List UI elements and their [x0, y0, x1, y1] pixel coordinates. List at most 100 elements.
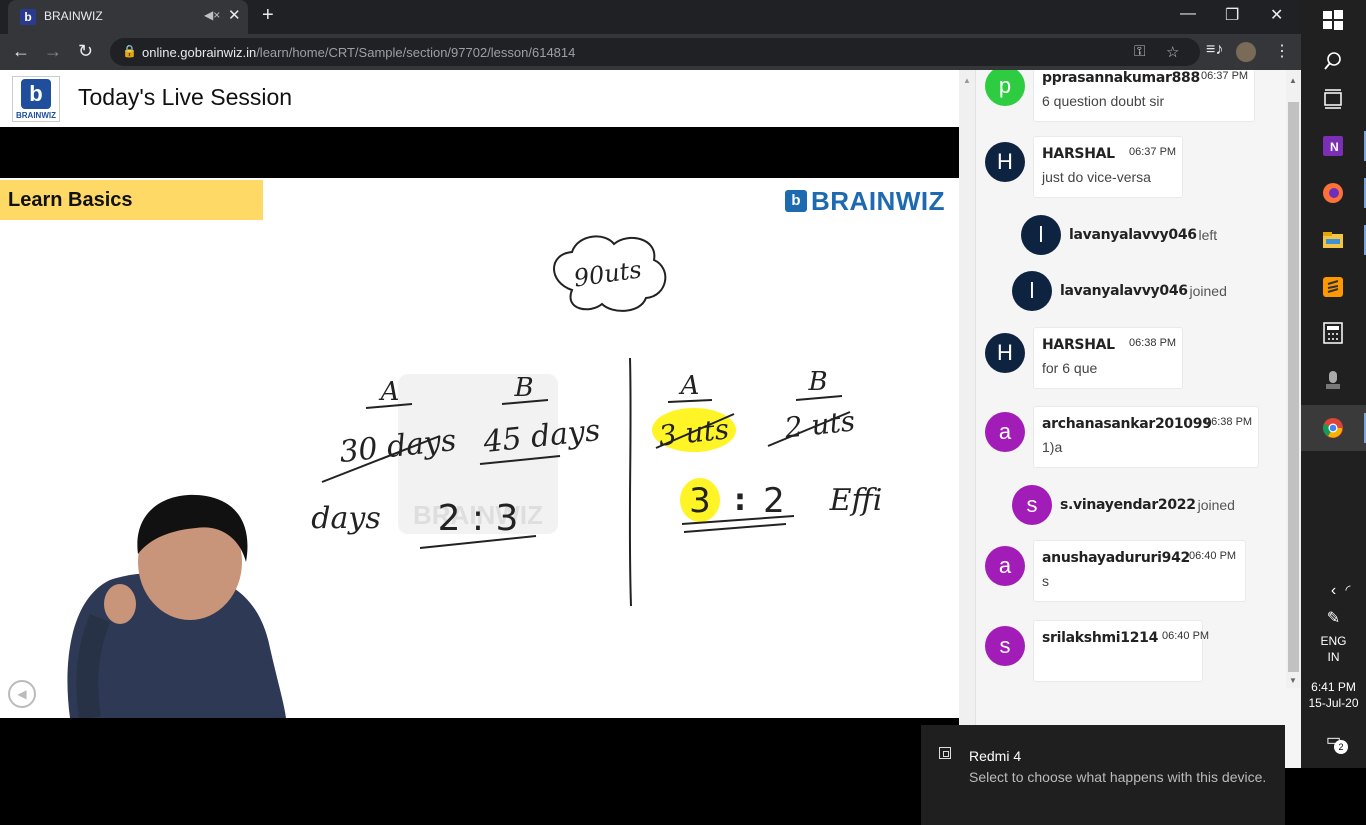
address-bar[interactable]: 🔒 online.gobrainwiz.in/learn/home/CRT/Sa…	[110, 38, 1200, 66]
chat-timestamp: 06:37 PM	[1201, 70, 1249, 82]
windows-taskbar: N ‹ ◜ ✎ ENG IN 6:41 PM 15-Jul-20 ▭ 2	[1301, 0, 1366, 768]
chat-message: HARSHAL 06:38 PM for 6 que	[1033, 327, 1183, 389]
chat-panel: ▲ ▼ ppprasannakumar88806:37 PM6 question…	[959, 70, 1301, 768]
logo-text: BRAINWIZ	[16, 111, 56, 120]
device-icon	[939, 747, 951, 759]
search-icon[interactable]	[1322, 50, 1344, 72]
chat-message: anushayadururi942 06:40 PM s	[1033, 540, 1246, 602]
notification-count-badge: 2	[1334, 740, 1348, 754]
chat-timestamp: 06:38 PM	[1129, 337, 1177, 349]
site-header: b BRAINWIZ Today's Live Session	[0, 70, 959, 127]
chat-avatar: a	[985, 546, 1025, 586]
toast-body: Select to choose what happens with this …	[969, 769, 1267, 785]
gutter-up-arrow-icon: ▲	[963, 76, 971, 85]
chat-message: srilakshmi1214 06:40 PM	[1033, 620, 1209, 682]
clock-date[interactable]: 15-Jul-20	[1301, 696, 1366, 710]
clock-time[interactable]: 6:41 PM	[1301, 680, 1366, 694]
chat-message: archanasankar201099 06:38 PM 1)a	[1033, 406, 1259, 468]
bookmark-star-icon[interactable]: ☆	[1166, 43, 1179, 61]
maximize-button[interactable]: ❐	[1225, 5, 1239, 25]
cloud-text: 90uts	[572, 255, 643, 292]
chat-message-text: 6 question doubt sir	[1042, 93, 1165, 109]
key-icon[interactable]: ⚿	[1134, 43, 1145, 60]
live-video-player[interactable]: Learn Basics b BRAINWIZ BRAINWIZ 90uts A…	[0, 178, 959, 718]
chat-message-text: s	[1042, 573, 1049, 589]
right-ratio-b: 2	[763, 481, 785, 521]
chat-timestamp: 06:38 PM	[1205, 416, 1253, 428]
presenter-video	[67, 494, 286, 718]
task-view-icon[interactable]	[1322, 88, 1344, 110]
region-indicator[interactable]: IN	[1301, 650, 1366, 664]
wifi-icon[interactable]: ◜	[1333, 582, 1363, 598]
back-button[interactable]: ←	[12, 41, 30, 62]
right-col-b: B	[807, 367, 827, 397]
forward-button[interactable]: →	[44, 41, 62, 62]
chat-event-user: lavanyalavvy046	[1069, 227, 1197, 243]
scroll-down-arrow-icon[interactable]: ▼	[1289, 676, 1297, 685]
firefox-icon[interactable]	[1322, 182, 1344, 204]
language-indicator[interactable]: ENG	[1301, 634, 1366, 648]
chat-event-avatar: l	[1012, 271, 1052, 311]
right-col-a-underline	[667, 399, 713, 403]
tab-brainwiz[interactable]: b BRAINWIZ ◀× ✕	[8, 0, 248, 34]
device-notification-toast[interactable]: Redmi 4 Select to choose what happens wi…	[921, 725, 1285, 825]
left-row-label: days	[311, 501, 380, 536]
browser-toolbar: ← → ↻ 🔒 online.gobrainwiz.in/learn/home/…	[0, 34, 1301, 70]
reload-button[interactable]: ↻	[78, 41, 93, 62]
right-ratio-underline-2	[683, 523, 787, 533]
chat-timestamp: 06:37 PM	[1129, 146, 1177, 158]
chat-scroll-thumb[interactable]	[1288, 102, 1299, 672]
left-col-b: B	[513, 373, 533, 403]
chat-avatar: s	[985, 626, 1025, 666]
chat-avatar: a	[985, 412, 1025, 452]
calculator-icon[interactable]	[1322, 322, 1344, 344]
onenote-icon[interactable]: N	[1322, 135, 1344, 157]
chat-event-status: joined	[1189, 283, 1227, 299]
chat-event-avatar: l	[1021, 215, 1061, 255]
chat-scrollbar[interactable]: ▲ ▼	[1286, 70, 1301, 688]
pen-ink-icon[interactable]: ✎	[1301, 608, 1366, 628]
right-ratio-sep: :	[734, 483, 746, 518]
chat-author: HARSHAL	[1042, 337, 1115, 353]
file-explorer-icon[interactable]	[1322, 229, 1344, 251]
chat-event-user: lavanyalavvy046	[1060, 283, 1188, 299]
chat-author: srilakshmi1214	[1042, 630, 1159, 646]
brainwiz-logo[interactable]: b BRAINWIZ	[12, 76, 60, 122]
board-divider	[628, 357, 632, 607]
voice-recorder-icon[interactable]	[1322, 369, 1344, 391]
chat-author: pprasannakumar888	[1042, 70, 1200, 86]
lock-icon: 🔒	[122, 44, 137, 58]
brainwiz-logo-mark-icon: b	[21, 79, 51, 109]
right-col-a: A	[679, 371, 700, 401]
chat-message: HARSHAL 06:37 PM just do vice-versa	[1033, 136, 1183, 198]
chrome-icon[interactable]	[1322, 417, 1344, 439]
chat-message-text: 1)a	[1042, 439, 1063, 455]
menu-kebab-icon[interactable]: ⋮	[1274, 41, 1290, 61]
scroll-up-arrow-icon[interactable]: ▲	[1289, 76, 1297, 85]
chat-author: archanasankar201099	[1042, 416, 1212, 432]
chat-gutter: ▲ ▼	[959, 70, 976, 768]
chat-event-status: joined	[1197, 497, 1235, 513]
page-title: Today's Live Session	[78, 84, 293, 110]
close-window-button[interactable]: ✕	[1270, 5, 1283, 25]
chat-event-avatar: s	[1012, 485, 1052, 525]
tab-close-icon[interactable]: ✕	[228, 6, 241, 24]
chat-avatar: H	[985, 142, 1025, 182]
browser-tab-strip: b BRAINWIZ ◀× ✕ + — ❐ ✕	[0, 0, 1301, 34]
toast-title: Redmi 4	[969, 748, 1022, 764]
minimize-button[interactable]: —	[1180, 5, 1196, 23]
chat-message: pprasannakumar888 06:37 PM 6 question doub…	[1033, 70, 1255, 122]
chat-avatar: H	[985, 333, 1025, 373]
profile-avatar[interactable]	[1236, 42, 1256, 62]
media-control-icon[interactable]: ≡♪	[1206, 41, 1223, 59]
tab-audio-muted-icon[interactable]: ◀×	[204, 8, 220, 22]
right-ratio-a: 3	[689, 481, 711, 521]
chat-timestamp: 06:40 PM	[1189, 550, 1237, 562]
chat-message-text: just do vice-versa	[1042, 169, 1151, 185]
windows-start-icon[interactable]	[1322, 9, 1344, 31]
chat-avatar: p	[985, 70, 1025, 106]
previous-slide-button[interactable]: ◀	[8, 680, 36, 708]
new-tab-button[interactable]: +	[262, 4, 274, 27]
chat-timestamp: 06:40 PM	[1162, 630, 1210, 642]
sublime-text-icon[interactable]	[1322, 276, 1344, 298]
